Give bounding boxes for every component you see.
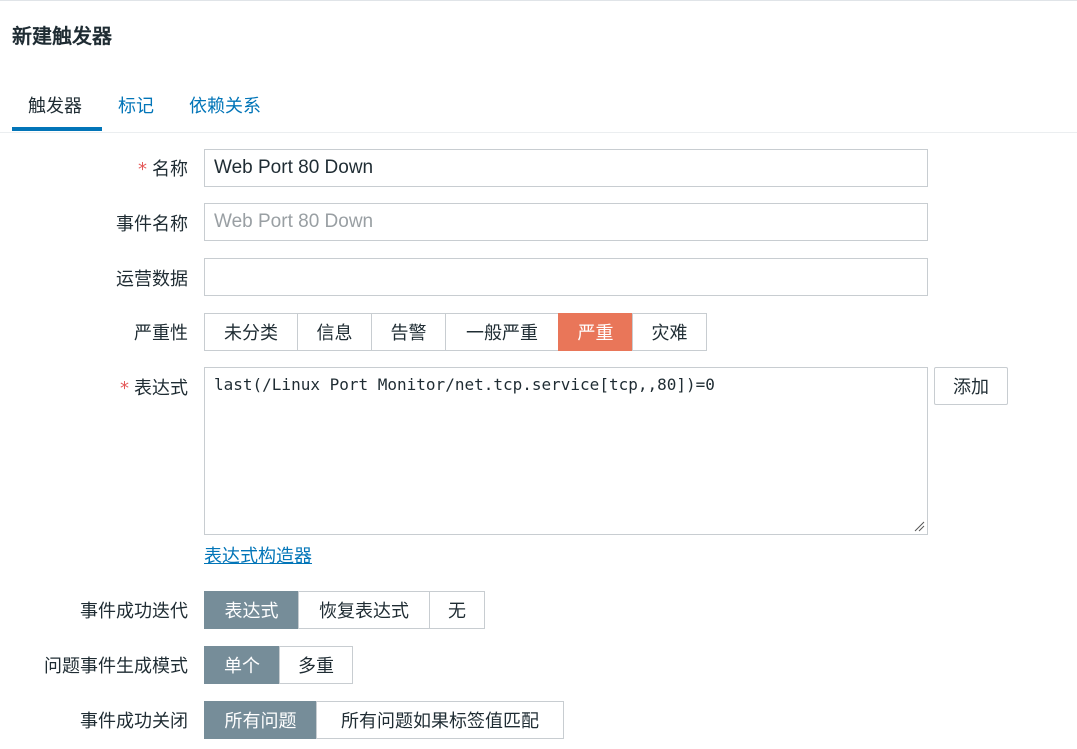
event-name-label: 事件名称 bbox=[116, 214, 188, 235]
problem-mode-multiple[interactable]: 多重 bbox=[279, 646, 353, 684]
ok-close-all-problems[interactable]: 所有问题 bbox=[204, 701, 317, 739]
tab-tags[interactable]: 标记 bbox=[118, 84, 154, 130]
severity-selector: 未分类 信息 告警 一般严重 严重 灾难 bbox=[204, 313, 707, 351]
tab-trigger[interactable]: 触发器 bbox=[28, 84, 82, 130]
top-border bbox=[0, 0, 1077, 1]
tab-bar: 触发器 标记 依赖关系 bbox=[0, 84, 1077, 133]
recovery-mode-expression[interactable]: 表达式 bbox=[204, 591, 299, 629]
required-asterisk: * bbox=[120, 378, 129, 399]
severity-high[interactable]: 严重 bbox=[558, 313, 633, 351]
expression-text: last(/Linux Port Monitor/net.tcp.service… bbox=[214, 375, 715, 394]
tab-dependencies[interactable]: 依赖关系 bbox=[189, 84, 261, 130]
name-label: * 名称 bbox=[138, 159, 188, 180]
severity-label: 严重性 bbox=[134, 323, 188, 344]
required-asterisk: * bbox=[138, 159, 147, 180]
expression-constructor-link[interactable]: 表达式构造器 bbox=[204, 542, 312, 568]
name-input[interactable]: Web Port 80 Down bbox=[204, 149, 928, 187]
recovery-mode-none[interactable]: 无 bbox=[429, 591, 485, 629]
ok-close-selector: 所有问题 所有问题如果标签值匹配 bbox=[204, 701, 564, 739]
expression-textarea[interactable]: last(/Linux Port Monitor/net.tcp.service… bbox=[204, 367, 928, 535]
recovery-mode-recovery-expression[interactable]: 恢复表达式 bbox=[298, 591, 430, 629]
opdata-input[interactable] bbox=[204, 258, 928, 296]
severity-not-classified[interactable]: 未分类 bbox=[204, 313, 298, 351]
add-expression-button[interactable]: 添加 bbox=[934, 367, 1008, 405]
severity-average[interactable]: 一般严重 bbox=[445, 313, 559, 351]
problem-mode-selector: 单个 多重 bbox=[204, 646, 353, 684]
severity-disaster[interactable]: 灾难 bbox=[632, 313, 707, 351]
active-tab-indicator bbox=[12, 127, 102, 131]
expression-label: * 表达式 bbox=[120, 378, 188, 399]
severity-warning[interactable]: 告警 bbox=[371, 313, 446, 351]
recovery-mode-selector: 表达式 恢复表达式 无 bbox=[204, 591, 485, 629]
page-title: 新建触发器 bbox=[12, 24, 112, 48]
opdata-label: 运营数据 bbox=[116, 269, 188, 290]
event-name-input[interactable]: Web Port 80 Down bbox=[204, 203, 928, 241]
ok-close-tag-match[interactable]: 所有问题如果标签值匹配 bbox=[316, 701, 564, 739]
problem-mode-single[interactable]: 单个 bbox=[204, 646, 280, 684]
problem-mode-label: 问题事件生成模式 bbox=[44, 656, 188, 677]
ok-close-label: 事件成功关闭 bbox=[80, 711, 188, 732]
resize-handle-icon[interactable] bbox=[913, 520, 925, 532]
severity-information[interactable]: 信息 bbox=[297, 313, 372, 351]
recovery-mode-label: 事件成功迭代 bbox=[80, 601, 188, 622]
